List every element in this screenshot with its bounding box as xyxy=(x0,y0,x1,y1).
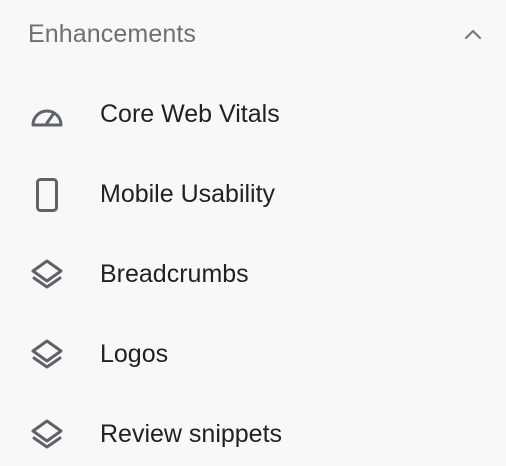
section-title: Enhancements xyxy=(28,20,196,48)
nav-item-label: Mobile Usability xyxy=(100,180,276,208)
nav-item-review-snippets[interactable]: Review snippets xyxy=(0,394,506,466)
enhancements-panel: Enhancements Core Web Vitals Mobile Usab… xyxy=(0,0,506,466)
layers-icon xyxy=(28,256,66,294)
nav-item-label: Breadcrumbs xyxy=(100,260,249,288)
nav-item-label: Review snippets xyxy=(100,420,283,448)
nav-item-breadcrumbs[interactable]: Breadcrumbs xyxy=(0,234,506,314)
nav-item-mobile-usability[interactable]: Mobile Usability xyxy=(0,154,506,234)
smartphone-icon xyxy=(28,176,66,214)
layers-icon xyxy=(28,336,66,374)
nav-item-label: Core Web Vitals xyxy=(100,100,280,128)
nav-item-core-web-vitals[interactable]: Core Web Vitals xyxy=(0,74,506,154)
enhancements-nav-list: Core Web Vitals Mobile Usability Breadcr… xyxy=(0,74,506,466)
layers-icon xyxy=(28,416,66,454)
enhancements-section-header[interactable]: Enhancements xyxy=(0,0,506,66)
speedometer-icon xyxy=(28,96,66,134)
nav-item-logos[interactable]: Logos xyxy=(0,314,506,394)
chevron-up-icon[interactable] xyxy=(456,18,490,52)
nav-item-label: Logos xyxy=(100,340,169,368)
